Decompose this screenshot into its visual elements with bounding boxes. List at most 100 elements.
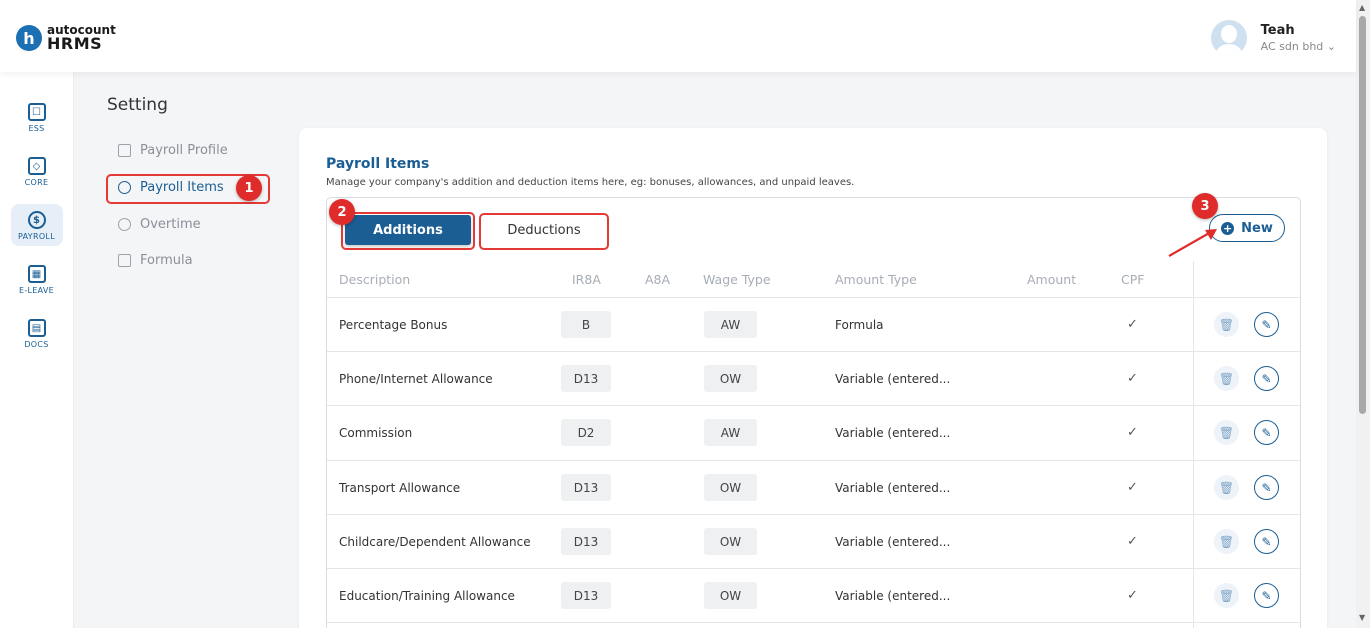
docs-icon: ▤ xyxy=(27,319,46,337)
column-header-amount-type[interactable]: Amount Type xyxy=(835,272,917,287)
scrollbar-thumb[interactable] xyxy=(1359,16,1366,414)
menu-item-overtime[interactable]: Overtime xyxy=(118,217,201,232)
pencil-icon: ✎ xyxy=(1261,534,1272,549)
card-subtitle: Manage your company's addition and deduc… xyxy=(326,177,855,188)
column-header-amount[interactable]: Amount xyxy=(1027,272,1076,287)
cell-ir8a: D13 xyxy=(561,365,611,392)
cell-ir8a: D13 xyxy=(561,474,611,501)
actions-divider xyxy=(1193,261,1194,628)
highlight-additions xyxy=(341,212,475,250)
edit-button[interactable]: ✎ xyxy=(1254,475,1279,500)
row-divider xyxy=(327,514,1300,515)
highlight-deductions xyxy=(479,213,609,250)
menu-item-formula[interactable]: Formula xyxy=(118,253,193,268)
logo-mark: h xyxy=(16,25,42,51)
annotation-badge-3: 3 xyxy=(1192,193,1218,219)
cell-amount-type: Variable (entered... xyxy=(835,481,951,495)
avatar[interactable] xyxy=(1210,20,1247,56)
row-divider xyxy=(327,568,1300,569)
rail-label: CORE xyxy=(24,178,49,187)
formula-icon xyxy=(118,254,131,267)
cell-wage-type: OW xyxy=(704,365,757,392)
payroll-icon: $ xyxy=(27,211,46,229)
new-button-label: New xyxy=(1241,220,1273,236)
check-icon: ✓ xyxy=(1127,371,1138,386)
menu-item-payroll-profile[interactable]: Payroll Profile xyxy=(118,143,228,158)
cell-ir8a: B xyxy=(561,311,611,338)
rail-label: ESS xyxy=(28,124,45,133)
check-icon: ✓ xyxy=(1127,317,1138,332)
rail-item-payroll[interactable]: $ PAYROLL xyxy=(10,204,63,246)
edit-button[interactable]: ✎ xyxy=(1254,529,1279,554)
check-icon: ✓ xyxy=(1127,534,1138,549)
app-logo[interactable]: h autocount HRMS xyxy=(16,24,116,52)
cell-wage-type: OW xyxy=(704,528,757,555)
pencil-icon: ✎ xyxy=(1261,588,1272,603)
logo-product: HRMS xyxy=(47,34,103,53)
page-title: Setting xyxy=(107,95,168,115)
menu-item-label: Payroll Profile xyxy=(140,143,228,158)
delete-button[interactable]: 🗑 xyxy=(1214,475,1239,500)
menu-item-label: Formula xyxy=(140,253,193,268)
delete-button[interactable]: 🗑 xyxy=(1214,312,1239,337)
company-selector[interactable]: AC sdn bhd ⌄ xyxy=(1261,40,1336,53)
rail-item-ess[interactable]: ☐ ESS xyxy=(11,96,63,138)
delete-button[interactable]: 🗑 xyxy=(1214,420,1239,445)
cell-ir8a: D13 xyxy=(561,528,611,555)
edit-button[interactable]: ✎ xyxy=(1254,366,1279,391)
scroll-up-arrow-icon[interactable]: ▲ xyxy=(1359,3,1365,12)
rail-label: PAYROLL xyxy=(18,232,55,241)
trash-icon: 🗑 xyxy=(1218,425,1235,440)
cell-description: Childcare/Dependent Allowance xyxy=(339,535,531,549)
annotation-badge-2: 2 xyxy=(329,199,355,225)
row-divider xyxy=(327,351,1300,352)
user-name: Teah xyxy=(1260,23,1295,38)
user-menu[interactable]: Teah AC sdn bhd ⌄ xyxy=(1210,20,1336,56)
trash-icon: 🗑 xyxy=(1218,588,1235,603)
pencil-icon: ✎ xyxy=(1261,425,1272,440)
cell-description: Percentage Bonus xyxy=(339,318,448,332)
cell-ir8a: D2 xyxy=(561,419,611,446)
cell-amount-type: Variable (entered... xyxy=(835,426,951,440)
cell-description: Commission xyxy=(339,426,413,440)
cell-amount-type: Formula xyxy=(835,318,884,332)
header-divider xyxy=(327,297,1300,298)
clock-icon xyxy=(118,218,131,231)
edit-button[interactable]: ✎ xyxy=(1254,420,1279,445)
delete-button[interactable]: 🗑 xyxy=(1214,529,1239,554)
module-rail: ☐ ESS ◇ CORE $ PAYROLL ▦ E-LEAVE ▤ DOCS xyxy=(0,72,74,628)
cell-wage-type: AW xyxy=(704,311,757,338)
cell-wage-type: OW xyxy=(704,474,757,501)
column-header-cpf[interactable]: CPF xyxy=(1121,272,1144,287)
table-container xyxy=(326,197,1301,628)
trash-icon: 🗑 xyxy=(1218,317,1235,332)
company-name: AC sdn bhd xyxy=(1260,40,1324,53)
column-header-ir8a[interactable]: IR8A xyxy=(572,272,601,287)
rail-item-core[interactable]: ◇ CORE xyxy=(11,150,63,192)
menu-item-label: Overtime xyxy=(140,217,201,232)
delete-button[interactable]: 🗑 xyxy=(1214,366,1239,391)
cell-description: Transport Allowance xyxy=(339,481,461,495)
row-divider xyxy=(327,622,1300,623)
edit-button[interactable]: ✎ xyxy=(1254,312,1279,337)
trash-icon: 🗑 xyxy=(1218,480,1235,495)
delete-button[interactable]: 🗑 xyxy=(1214,583,1239,608)
row-divider xyxy=(327,460,1300,461)
edit-button[interactable]: ✎ xyxy=(1254,583,1279,608)
ess-icon: ☐ xyxy=(27,103,46,121)
cell-description: Education/Training Allowance xyxy=(339,589,515,603)
column-header-description[interactable]: Description xyxy=(339,272,410,287)
rail-item-docs[interactable]: ▤ DOCS xyxy=(11,312,63,354)
column-header-wage-type[interactable]: Wage Type xyxy=(703,272,771,287)
top-header: h autocount HRMS Teah AC sdn bhd ⌄ xyxy=(0,0,1356,72)
column-header-a8a[interactable]: A8A xyxy=(645,272,670,287)
rail-label: DOCS xyxy=(24,340,49,349)
cell-amount-type: Variable (entered... xyxy=(835,535,951,549)
trash-icon: 🗑 xyxy=(1218,371,1235,386)
cell-amount-type: Variable (entered... xyxy=(835,589,951,603)
pencil-icon: ✎ xyxy=(1261,317,1272,332)
rail-item-e-leave[interactable]: ▦ E-LEAVE xyxy=(11,258,63,300)
scroll-down-arrow-icon[interactable]: ▼ xyxy=(1359,613,1365,622)
plus-icon: + xyxy=(1221,221,1235,235)
cell-amount-type: Variable (entered... xyxy=(835,372,951,386)
